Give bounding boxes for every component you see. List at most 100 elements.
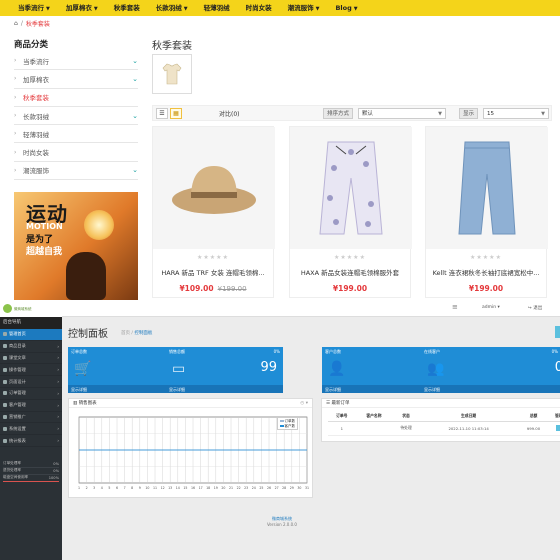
legend-swatch — [279, 420, 284, 422]
menu-icon[interactable]: ≡ — [452, 303, 462, 313]
chevron-down-icon[interactable]: ⌄ — [132, 75, 138, 83]
nav-item[interactable]: 轻薄羽绒 — [196, 0, 238, 16]
latest-orders-panel: ☰ 最新订单 订单号客户名称状态生成日期总额管理 1 待处理2022-11-10 … — [321, 398, 560, 442]
product-name[interactable]: HAXA 新品女装连帽毛领棉服外套 — [294, 267, 406, 277]
chevron-right-icon: › — [14, 148, 17, 156]
sidebar-item[interactable]: 页面设计 › — [0, 376, 62, 388]
admin-logo[interactable]: 微商城系统 — [0, 300, 62, 317]
progress-row: 订单处理率 0% — [3, 461, 59, 468]
category-item[interactable]: › 轻薄羽绒 — [14, 125, 138, 144]
category-item[interactable]: › 当季流行 ⌄ — [14, 52, 138, 71]
sidebar-item[interactable]: 管理首页 — [0, 329, 62, 341]
stat-label: 在线客户 — [424, 349, 440, 354]
category-item[interactable]: › 时尚女装 — [14, 143, 138, 162]
product-card[interactable]: ★★★★★ HARA 新品 TRF 女装 连帽毛领棉... ¥109.00 ¥199.… — [152, 126, 275, 298]
breadcrumb-home[interactable]: 首页 — [121, 331, 130, 336]
product-image[interactable] — [153, 127, 275, 249]
list-view-button[interactable]: ☰ — [156, 108, 168, 119]
sidebar-item[interactable]: 系统设置 › — [0, 423, 62, 436]
nav-item[interactable]: 潮流服饰 ▼ — [280, 0, 328, 16]
stat-card[interactable]: 在线客户 0% 👥 0 显示详细 — [421, 347, 560, 393]
category-item[interactable]: › 长款羽绒 ⌄ — [14, 107, 138, 126]
product-name[interactable]: HARA 新品 TRF 女装 连帽毛领棉... — [157, 267, 269, 277]
sidebar-item[interactable]: 商品目录 › — [0, 341, 62, 353]
dashboard-title: 控制面板 — [68, 329, 108, 340]
promo-banner[interactable]: 运动 MOTION 是为了 超越自我 — [14, 192, 138, 300]
product-name[interactable]: Kellt 连衣裙秋冬长袖打底裙宽松中... — [430, 267, 542, 277]
product-image[interactable] — [426, 127, 548, 249]
product-card[interactable]: ★★★★★ Kellt 连衣裙秋冬长袖打底裙宽松中... ¥199.00 — [425, 126, 548, 298]
chevron-down-icon[interactable]: ⌄ — [132, 112, 138, 120]
menu-item-icon — [3, 414, 7, 419]
chevron-down-icon: ▼ — [183, 6, 188, 12]
legend-swatch — [279, 424, 284, 427]
product-price-row: ¥199.00 — [290, 284, 410, 293]
grid-view-button[interactable]: ▦ — [170, 108, 182, 119]
nav-item-label: Blog — [335, 4, 352, 12]
x-tick-label: 9 — [139, 486, 141, 490]
sales-panel-title: 销售图表 — [78, 401, 97, 406]
nav-item[interactable]: 当季流行 ▼ — [10, 0, 58, 16]
logout-button[interactable]: ↪ 退出 — [528, 305, 542, 311]
breadcrumb-current[interactable]: 控制面板 — [134, 331, 152, 336]
chevron-right-icon: › — [57, 426, 59, 432]
stat-header: 在线客户 0% — [421, 347, 560, 355]
product-card[interactable]: ★★★★★ HAXA 新品女装连帽毛领棉服外套 ¥199.00 — [289, 126, 412, 298]
stat-label: 客户总数 — [325, 349, 341, 354]
nav-item[interactable]: 时尚女装 — [238, 0, 280, 16]
settings-toggle-button[interactable] — [555, 326, 560, 338]
sidebar-item[interactable]: 课堂文章 › — [0, 353, 62, 365]
compare-link[interactable]: 对比(0) — [219, 109, 240, 118]
product-price: ¥199.00 — [468, 284, 504, 293]
x-tick-label: 24 — [252, 486, 256, 490]
table-header: 客户名称 — [355, 411, 393, 422]
nav-item-label: 秋季套装 — [113, 4, 140, 12]
breadcrumb-separator: / — [20, 20, 23, 27]
category-thumbnail[interactable] — [152, 54, 192, 94]
sort-select[interactable]: 默认 ▼ — [358, 108, 446, 119]
product-price: ¥199.00 — [332, 284, 368, 293]
category-list: › 当季流行 ⌄ › 加厚棉衣 ⌄ › 秋季套装 › 长款羽绒 ⌄ › 轻薄羽绒 › 时尚女装 › 潮流服饰 ⌄ — [14, 52, 138, 181]
stat-footer-link[interactable]: 显示详细 — [166, 385, 283, 393]
chevron-down-icon[interactable]: ⌄ — [132, 166, 138, 174]
chevron-right-icon: › — [57, 343, 59, 349]
view-order-button[interactable] — [555, 424, 560, 431]
show-label: 显示 — [459, 108, 479, 119]
product-image[interactable] — [290, 127, 412, 249]
nav-item[interactable]: 秋季套装 — [106, 0, 148, 16]
stat-card[interactable]: 销售总额 0% ▭ 99 显示详细 — [166, 347, 283, 393]
calendar-icon[interactable]: ◴ ▾ — [300, 399, 308, 408]
rating-stars: ★★★★★ — [197, 254, 229, 261]
chevron-down-icon: ▼ — [438, 111, 442, 117]
category-label: 当季流行 — [23, 57, 49, 66]
chevron-down-icon: ▼ — [93, 6, 98, 12]
x-tick-label: 8 — [131, 486, 133, 490]
category-item[interactable]: › 秋季套装 — [14, 89, 138, 107]
show-select[interactable]: 15 ▼ — [483, 108, 549, 119]
category-item[interactable]: › 加厚棉衣 ⌄ — [14, 70, 138, 89]
sidebar-item-label: 页面设计 — [9, 378, 26, 384]
nav-item[interactable]: Blog ▼ — [327, 0, 365, 16]
sidebar-item[interactable]: 订单管理 › — [0, 388, 62, 400]
nav-item[interactable]: 加厚棉衣 ▼ — [58, 0, 106, 16]
progress-value: 0% — [53, 461, 59, 466]
nav-item[interactable]: 长款羽绒 ▼ — [148, 0, 196, 16]
x-tick-label: 4 — [101, 486, 103, 490]
banner-line-4: 超越自我 — [26, 247, 63, 257]
admin-dashboard: 微商城系统 后台导航 管理首页 商品目录 › 课堂文章 › 操作管理 › 页面设计 › 订单管理 ›… — [0, 300, 560, 560]
sidebar-item[interactable]: 操作管理 › — [0, 364, 62, 377]
sales-panel-heading: ▥ 销售图表 ◴ ▾ — [69, 399, 312, 408]
shop-page: 当季流行 ▼ 加厚棉衣 ▼ 秋季套装 长款羽绒 ▼ 轻薄羽绒 时尚女装 潮流服饰 ▼ Blog ▼ ⌂ … — [0, 0, 560, 300]
stat-value: 99 — [260, 360, 277, 375]
sidebar-item[interactable]: 营销推广 › — [0, 412, 62, 424]
sidebar-heading: 后台导航 — [0, 317, 62, 329]
user-menu[interactable]: admin ▾ — [482, 305, 500, 310]
category-item[interactable]: › 潮流服饰 ⌄ — [14, 162, 138, 181]
sidebar-item[interactable]: 客户管理 › — [0, 400, 62, 412]
chevron-right-icon: › — [57, 355, 59, 361]
home-icon[interactable]: ⌂ — [14, 20, 18, 27]
chevron-down-icon[interactable]: ⌄ — [132, 57, 138, 65]
nav-item-label: 当季流行 — [18, 4, 44, 12]
sidebar-item[interactable]: 统计报表 › — [0, 435, 62, 447]
stat-footer-link[interactable]: 显示详细 — [421, 385, 560, 393]
